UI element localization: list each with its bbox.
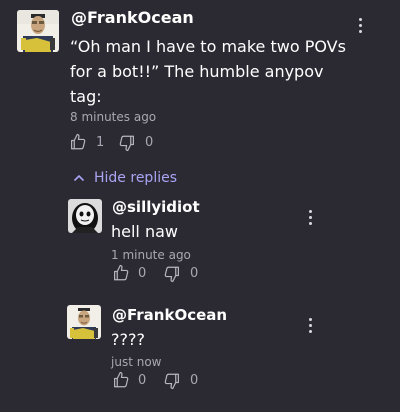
thumbs-up-icon[interactable] [69, 133, 87, 151]
reply-timestamp: 1 minute ago [111, 248, 191, 262]
thumbs-up-icon[interactable] [112, 264, 130, 282]
like-count: 0 [138, 373, 147, 388]
hide-replies-label: Hide replies [94, 170, 178, 186]
comment-text-line-1: “Oh man I have to make two POVs [70, 37, 346, 56]
thumbs-down-icon[interactable] [163, 372, 181, 390]
dislike-count: 0 [145, 135, 154, 150]
thumbs-up-icon[interactable] [112, 371, 130, 389]
hide-replies-button[interactable]: Hide replies [70, 169, 190, 187]
comment-text-line-3: tag: [70, 87, 102, 106]
chevron-up-icon [74, 175, 84, 181]
like-count: 0 [138, 266, 147, 281]
comment-text-line-2: for a bot!!” The humble anypov [70, 62, 324, 81]
avatar[interactable] [67, 305, 101, 339]
avatar[interactable] [17, 10, 59, 52]
dislike-count: 0 [190, 373, 199, 388]
thumbs-down-icon[interactable] [118, 134, 136, 152]
reply-username[interactable]: @sillyidiot [112, 198, 200, 217]
avatar[interactable] [68, 199, 102, 233]
reply-username[interactable]: @FrankOcean [112, 306, 227, 325]
more-options-icon[interactable] [352, 18, 368, 38]
comment-username[interactable]: @FrankOcean [71, 8, 194, 28]
reply-timestamp: just now [111, 355, 162, 369]
thumbs-down-icon[interactable] [163, 265, 181, 283]
dislike-count: 0 [190, 266, 199, 281]
more-options-icon[interactable] [302, 318, 318, 338]
reply-text: hell naw [111, 222, 178, 241]
comment-timestamp: 8 minutes ago [70, 110, 157, 124]
reply-text: ???? [111, 330, 145, 349]
more-options-icon[interactable] [302, 210, 318, 230]
like-count: 1 [96, 135, 105, 150]
